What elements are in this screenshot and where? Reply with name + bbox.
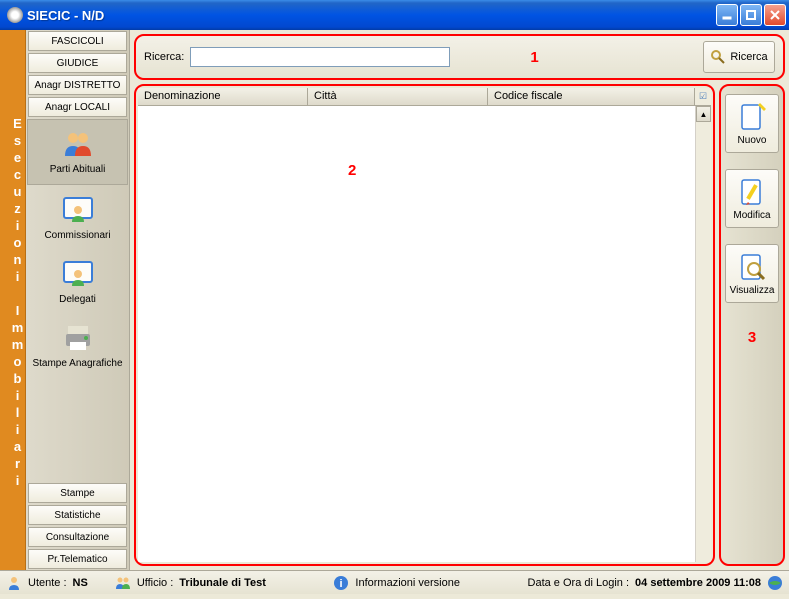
search-panel: Ricerca: 1 Ricerca bbox=[134, 34, 785, 80]
nav-item-label: Parti Abituali bbox=[50, 164, 106, 176]
status-office-value: Tribunale di Test bbox=[179, 577, 266, 589]
app-icon bbox=[7, 7, 23, 23]
scrollbar[interactable]: ▲ bbox=[695, 106, 711, 562]
nav-giudice[interactable]: GIUDICE bbox=[28, 53, 127, 73]
annotation-1: 1 bbox=[530, 49, 538, 66]
status-bar: Utente : NS Ufficio : Tribunale di Test … bbox=[0, 570, 789, 594]
search-input[interactable] bbox=[190, 47, 450, 67]
printer-icon bbox=[62, 322, 94, 354]
titlebar: SIECIC - N/D bbox=[0, 0, 789, 30]
nav-item-parti-abituali[interactable]: Parti Abituali bbox=[27, 119, 128, 185]
status-user-value: NS bbox=[73, 577, 88, 589]
nav-item-stampe-anagrafiche[interactable]: Stampe Anagrafiche bbox=[26, 314, 129, 378]
svg-text:i: i bbox=[340, 578, 343, 590]
module-title-strip: Esecuzioni Immobiliari bbox=[0, 30, 26, 570]
view-document-icon bbox=[736, 251, 768, 283]
globe-icon[interactable] bbox=[767, 575, 783, 591]
nuovo-button[interactable]: Nuovo bbox=[725, 94, 779, 153]
close-button[interactable] bbox=[764, 4, 786, 26]
col-citta[interactable]: Città bbox=[308, 88, 488, 105]
status-login-label: Data e Ora di Login : bbox=[528, 577, 630, 589]
nav-anagr-locali[interactable]: Anagr LOCALI bbox=[28, 97, 127, 117]
visualizza-button[interactable]: Visualizza bbox=[725, 244, 779, 303]
results-grid: Denominazione Città Codice fiscale ☑ 2 ▲ bbox=[134, 84, 715, 566]
nav-anagr-distretto[interactable]: Anagr DISTRETTO bbox=[28, 75, 127, 95]
annotation-2: 2 bbox=[348, 162, 356, 179]
nav-consultazione[interactable]: Consultazione bbox=[28, 527, 127, 547]
action-label: Nuovo bbox=[738, 135, 767, 146]
action-label: Visualizza bbox=[730, 285, 775, 296]
card-person-icon bbox=[62, 194, 94, 226]
annotation-3: 3 bbox=[748, 329, 756, 346]
scroll-up-icon[interactable]: ▲ bbox=[696, 106, 711, 122]
action-panel: Nuovo Modifica Visualizza 3 bbox=[719, 84, 785, 566]
nav-item-label: Delegati bbox=[59, 294, 96, 306]
action-label: Modifica bbox=[733, 210, 770, 221]
people-icon bbox=[62, 128, 94, 160]
maximize-button[interactable] bbox=[740, 4, 762, 26]
user-icon bbox=[6, 575, 22, 591]
col-denominazione[interactable]: Denominazione bbox=[138, 88, 308, 105]
nav-item-delegati[interactable]: Delegati bbox=[26, 250, 129, 314]
card-person-icon bbox=[62, 258, 94, 290]
status-info-link[interactable]: Informazioni versione bbox=[355, 577, 460, 589]
search-button[interactable]: Ricerca bbox=[703, 41, 775, 73]
modifica-button[interactable]: Modifica bbox=[725, 169, 779, 228]
search-icon bbox=[710, 49, 726, 65]
search-button-label: Ricerca bbox=[730, 51, 767, 63]
nav-pr-telematico[interactable]: Pr.Telematico bbox=[28, 549, 127, 569]
nav-fascicoli[interactable]: FASCICOLI bbox=[28, 31, 127, 51]
nav-item-label: Commissionari bbox=[44, 230, 110, 242]
status-login-value: 04 settembre 2009 11:08 bbox=[635, 577, 761, 589]
search-label: Ricerca: bbox=[144, 51, 184, 63]
new-document-icon bbox=[736, 101, 768, 133]
window-title: SIECIC - N/D bbox=[27, 8, 716, 23]
minimize-button[interactable] bbox=[716, 4, 738, 26]
people-icon bbox=[115, 575, 131, 591]
col-codice-fiscale[interactable]: Codice fiscale bbox=[488, 88, 695, 105]
nav-stampe[interactable]: Stampe bbox=[28, 483, 127, 503]
edit-document-icon bbox=[736, 176, 768, 208]
info-icon: i bbox=[333, 575, 349, 591]
nav-item-label: Stampe Anagrafiche bbox=[32, 358, 122, 370]
grid-corner-icon[interactable]: ☑ bbox=[695, 88, 711, 105]
grid-header: Denominazione Città Codice fiscale ☑ bbox=[138, 88, 711, 106]
grid-body[interactable]: 2 ▲ bbox=[138, 106, 711, 562]
main-area: Ricerca: 1 Ricerca Denominazione Città C… bbox=[130, 30, 789, 570]
status-office-label: Ufficio : bbox=[137, 577, 173, 589]
nav-column: FASCICOLI GIUDICE Anagr DISTRETTO Anagr … bbox=[26, 30, 130, 570]
nav-statistiche[interactable]: Statistiche bbox=[28, 505, 127, 525]
nav-item-commissionari[interactable]: Commissionari bbox=[26, 186, 129, 250]
status-user-label: Utente : bbox=[28, 577, 67, 589]
